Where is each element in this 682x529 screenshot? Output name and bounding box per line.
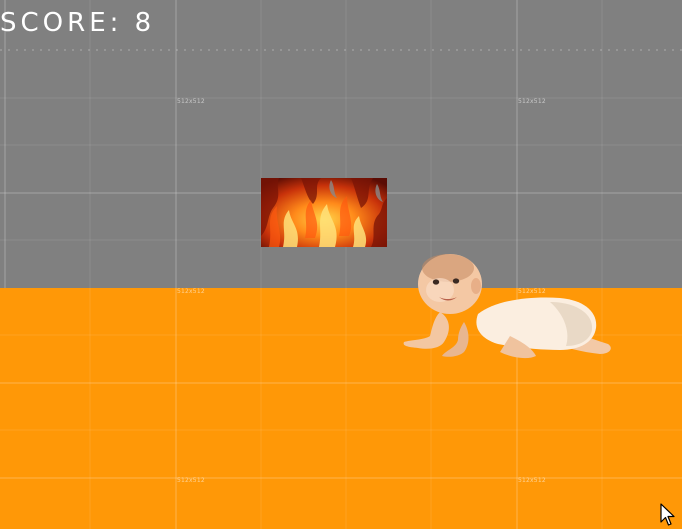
score-label: SCORE: bbox=[0, 8, 123, 38]
fire-icon bbox=[261, 178, 387, 247]
grid-label: 512x512 bbox=[518, 98, 546, 105]
grid-label: 512x512 bbox=[177, 288, 205, 295]
grid-label: 512x512 bbox=[518, 477, 546, 484]
fire-obstacle bbox=[261, 178, 387, 247]
score-display: SCORE: 8 bbox=[0, 8, 155, 38]
score-value: 8 bbox=[134, 8, 156, 38]
arrow-cursor-icon bbox=[660, 503, 675, 526]
grid-label: 512x512 bbox=[177, 98, 205, 105]
game-canvas[interactable]: 512x512 512x512 512x512 512x512 512x512 … bbox=[0, 0, 682, 529]
grid-label: 512x512 bbox=[177, 477, 205, 484]
player-baby-sprite bbox=[400, 252, 615, 364]
baby-icon bbox=[403, 254, 611, 359]
